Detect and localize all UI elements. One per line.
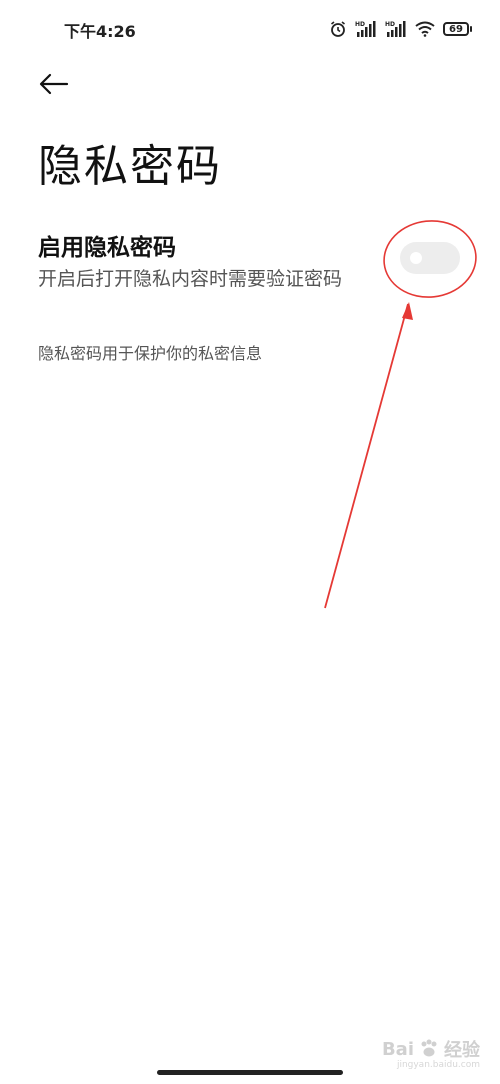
enable-privacy-password-row[interactable]: 启用隐私密码 开启后打开隐私内容时需要验证密码 <box>0 220 500 310</box>
svg-text:HD: HD <box>355 21 365 28</box>
toggle-knob <box>410 252 422 264</box>
hd-signal-icon: HD <box>385 20 407 38</box>
status-bar: 下午4:26 HD HD 69 <box>0 0 500 56</box>
watermark-brand: Bai <box>381 1038 414 1060</box>
home-indicator[interactable] <box>157 1070 343 1075</box>
paw-icon <box>421 1039 437 1057</box>
info-text: 隐私密码用于保护你的私密信息 <box>38 344 263 363</box>
alarm-icon <box>329 20 347 38</box>
setting-description: 开启后打开隐私内容时需要验证密码 <box>38 268 343 290</box>
wifi-icon <box>415 21 435 37</box>
battery-level: 69 <box>443 22 469 36</box>
page-title: 隐私密码 <box>38 141 222 192</box>
back-button[interactable] <box>36 66 72 102</box>
privacy-password-toggle[interactable] <box>400 242 460 274</box>
baidu-jingyan-watermark: Bai 经验 jingyan.baidu.com <box>381 1036 480 1071</box>
battery-icon: 69 <box>443 22 472 36</box>
setting-title: 启用隐私密码 <box>38 235 176 261</box>
svg-text:HD: HD <box>385 21 395 28</box>
back-arrow-icon <box>39 73 69 95</box>
status-time: 下午4:26 <box>64 22 136 41</box>
watermark-brand2: 经验 <box>444 1040 480 1061</box>
hd-signal-icon: HD <box>355 20 377 38</box>
watermark-url: jingyan.baidu.com <box>396 1060 480 1070</box>
annotation-arrow-line <box>324 303 409 609</box>
status-icons: HD HD 69 <box>329 18 472 40</box>
